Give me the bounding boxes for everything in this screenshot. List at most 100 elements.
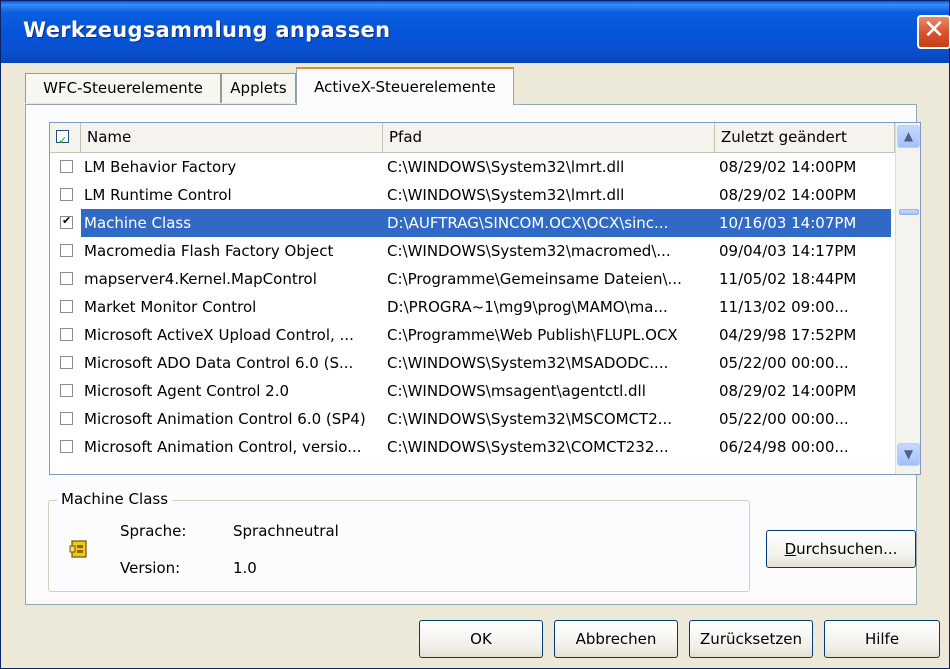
row-checkbox[interactable]	[60, 272, 73, 285]
cell-path: C:\WINDOWS\System32\macromed\...	[387, 242, 671, 260]
row-checkbox[interactable]	[60, 160, 73, 173]
row-content: mapserver4.Kernel.MapControl C:\Programme…	[81, 265, 891, 293]
chevron-down-icon: ▼	[903, 447, 914, 461]
scroll-up-button[interactable]: ▲	[897, 125, 920, 148]
row-content: Macromedia Flash Factory Object C:\WINDOW…	[81, 237, 891, 265]
ok-button[interactable]: OK	[419, 620, 543, 658]
chevron-up-icon: ▲	[903, 129, 914, 143]
cancel-button[interactable]: Abbrechen	[554, 620, 678, 658]
browse-button-accesskey: D	[784, 540, 797, 558]
cell-name: Microsoft Animation Control 6.0 (SP4)	[84, 410, 366, 428]
row-checkbox[interactable]	[60, 440, 73, 453]
tab-wfc-controls[interactable]: WFC-Steuerelemente	[25, 73, 221, 103]
table-row[interactable]: Microsoft Animation Control, versio... C:…	[50, 433, 895, 461]
row-content: Market Monitor Control D:\PROGRA~1\mg9\pr…	[81, 293, 891, 321]
table-row[interactable]: Machine Class D:\AUFTRAG\SINCOM.OCX\OCX\s…	[50, 209, 895, 237]
cell-modified: 08/29/02 14:00PM	[719, 158, 857, 176]
cell-modified: 11/05/02 18:44PM	[719, 270, 857, 288]
details-title: Machine Class	[57, 490, 173, 508]
table-row[interactable]: Macromedia Flash Factory Object C:\WINDOW…	[50, 237, 895, 265]
column-header-modified[interactable]: Zuletzt geändert	[715, 123, 895, 152]
table-row[interactable]: LM Runtime Control C:\WINDOWS\System32\lm…	[50, 181, 895, 209]
cell-modified: 10/16/03 14:07PM	[719, 214, 857, 232]
cell-path: C:\Programme\Web Publish\FLUPL.OCX	[387, 326, 678, 344]
table-row[interactable]: Microsoft Agent Control 2.0 C:\WINDOWS\ms…	[50, 377, 895, 405]
cell-path: C:\WINDOWS\msagent\agentctl.dll	[387, 382, 646, 400]
column-header-path[interactable]: Pfad	[383, 123, 715, 152]
row-checkbox[interactable]	[60, 214, 73, 229]
row-content: Microsoft Animation Control 6.0 (SP4) C:\…	[81, 405, 891, 433]
cell-path: D:\AUFTRAG\SINCOM.OCX\OCX\sinc...	[387, 214, 669, 232]
tab-applets[interactable]: Applets	[221, 73, 296, 103]
version-value: 1.0	[233, 559, 257, 577]
cell-modified: 08/29/02 14:00PM	[719, 382, 857, 400]
row-content: Microsoft ActiveX Upload Control, ... C:\…	[81, 321, 891, 349]
cell-name: Macromedia Flash Factory Object	[84, 242, 334, 260]
table-row-partial[interactable]	[50, 461, 895, 467]
language-value: Sprachneutral	[233, 522, 339, 540]
close-icon: ✕	[923, 15, 945, 45]
table-row[interactable]: LM Behavior Factory C:\WINDOWS\System32\l…	[50, 153, 895, 181]
reset-button[interactable]: Zurücksetzen	[689, 620, 813, 658]
row-content: Microsoft Agent Control 2.0 C:\WINDOWS\ms…	[81, 377, 891, 405]
cell-name: Market Monitor Control	[84, 298, 257, 316]
cell-path: C:\WINDOWS\System32\lmrt.dll	[387, 158, 625, 176]
tab-activex-controls[interactable]: ActiveX-Steuerelemente	[296, 67, 514, 105]
cell-path: C:\WINDOWS\System32\MSCOMCT2...	[387, 410, 673, 428]
cell-name: Machine Class	[84, 214, 192, 232]
cell-path: C:\Programme\Gemeinsame Dateien\...	[387, 270, 682, 288]
row-content: LM Behavior Factory C:\WINDOWS\System32\l…	[81, 153, 891, 181]
row-checkbox[interactable]	[60, 384, 73, 397]
window-title: Werkzeugsammlung anpassen	[23, 18, 391, 42]
row-content: LM Runtime Control C:\WINDOWS\System32\lm…	[81, 181, 891, 209]
language-label: Sprache:	[120, 522, 187, 540]
cell-name: Microsoft Animation Control, versio...	[84, 438, 362, 456]
version-label: Version:	[120, 559, 181, 577]
scroll-thumb[interactable]	[899, 209, 919, 215]
row-checkbox[interactable]	[60, 244, 73, 257]
row-checkbox[interactable]	[60, 188, 73, 201]
row-checkbox[interactable]	[60, 356, 73, 369]
browse-button[interactable]: Durchsuchen...	[766, 530, 916, 568]
table-row[interactable]: Microsoft ActiveX Upload Control, ... C:\…	[50, 321, 895, 349]
cell-name: LM Behavior Factory	[84, 158, 237, 176]
browse-button-label: urchsuchen...	[796, 540, 898, 558]
dialog-window: Werkzeugsammlung anpassen ✕ WFC-Steuerel…	[0, 0, 950, 669]
row-checkbox[interactable]	[60, 412, 73, 425]
cell-name: LM Runtime Control	[84, 186, 232, 204]
cell-name: mapserver4.Kernel.MapControl	[84, 270, 317, 288]
cell-name: Microsoft ADO Data Control 6.0 (S...	[84, 354, 354, 372]
cell-modified: 08/29/02 14:00PM	[719, 186, 857, 204]
close-button[interactable]: ✕	[917, 15, 950, 49]
cell-path: D:\PROGRA~1\mg9\prog\MAMO\ma...	[387, 298, 668, 316]
table-row[interactable]: Market Monitor Control D:\PROGRA~1\mg9\pr…	[50, 293, 895, 321]
cell-modified: 11/13/02 09:00...	[719, 298, 849, 316]
header-checkbox[interactable]	[56, 127, 69, 155]
column-header-checkbox[interactable]	[50, 123, 81, 155]
cell-modified: 09/04/03 14:17PM	[719, 242, 857, 260]
details-groupbox	[48, 500, 750, 592]
cell-modified: 05/22/00 00:00...	[719, 354, 849, 372]
cell-modified: 06/24/98 00:00...	[719, 438, 849, 456]
row-checkbox[interactable]	[60, 328, 73, 341]
row-content: Microsoft Animation Control, versio... C:…	[81, 433, 891, 461]
list-header: Name Pfad Zuletzt geändert	[50, 123, 895, 155]
scroll-down-button[interactable]: ▼	[897, 443, 920, 466]
help-button[interactable]: Hilfe	[824, 620, 940, 658]
row-content: Machine Class D:\AUFTRAG\SINCOM.OCX\OCX\s…	[81, 209, 891, 237]
cell-path: C:\WINDOWS\System32\lmrt.dll	[387, 186, 625, 204]
table-row[interactable]: Microsoft Animation Control 6.0 (SP4) C:\…	[50, 405, 895, 433]
table-row[interactable]: Microsoft ADO Data Control 6.0 (S... C:\W…	[50, 349, 895, 377]
row-checkbox[interactable]	[60, 300, 73, 313]
title-bar[interactable]: Werkzeugsammlung anpassen ✕	[1, 1, 950, 63]
cell-name: Microsoft Agent Control 2.0	[84, 382, 290, 400]
table-row[interactable]: mapserver4.Kernel.MapControl C:\Programme…	[50, 265, 895, 293]
cell-modified: 04/29/98 17:52PM	[719, 326, 857, 344]
vertical-scrollbar[interactable]: ▲ ▼	[895, 123, 920, 474]
cell-path: C:\WINDOWS\System32\COMCT232...	[387, 438, 669, 456]
column-header-name[interactable]: Name	[81, 123, 383, 152]
cell-path: C:\WINDOWS\System32\MSADODC....	[387, 354, 669, 372]
row-content: Microsoft ADO Data Control 6.0 (S... C:\W…	[81, 349, 891, 377]
activex-component-icon	[69, 540, 87, 558]
controls-list[interactable]: Name Pfad Zuletzt geändert LM Behavior F…	[49, 122, 921, 475]
